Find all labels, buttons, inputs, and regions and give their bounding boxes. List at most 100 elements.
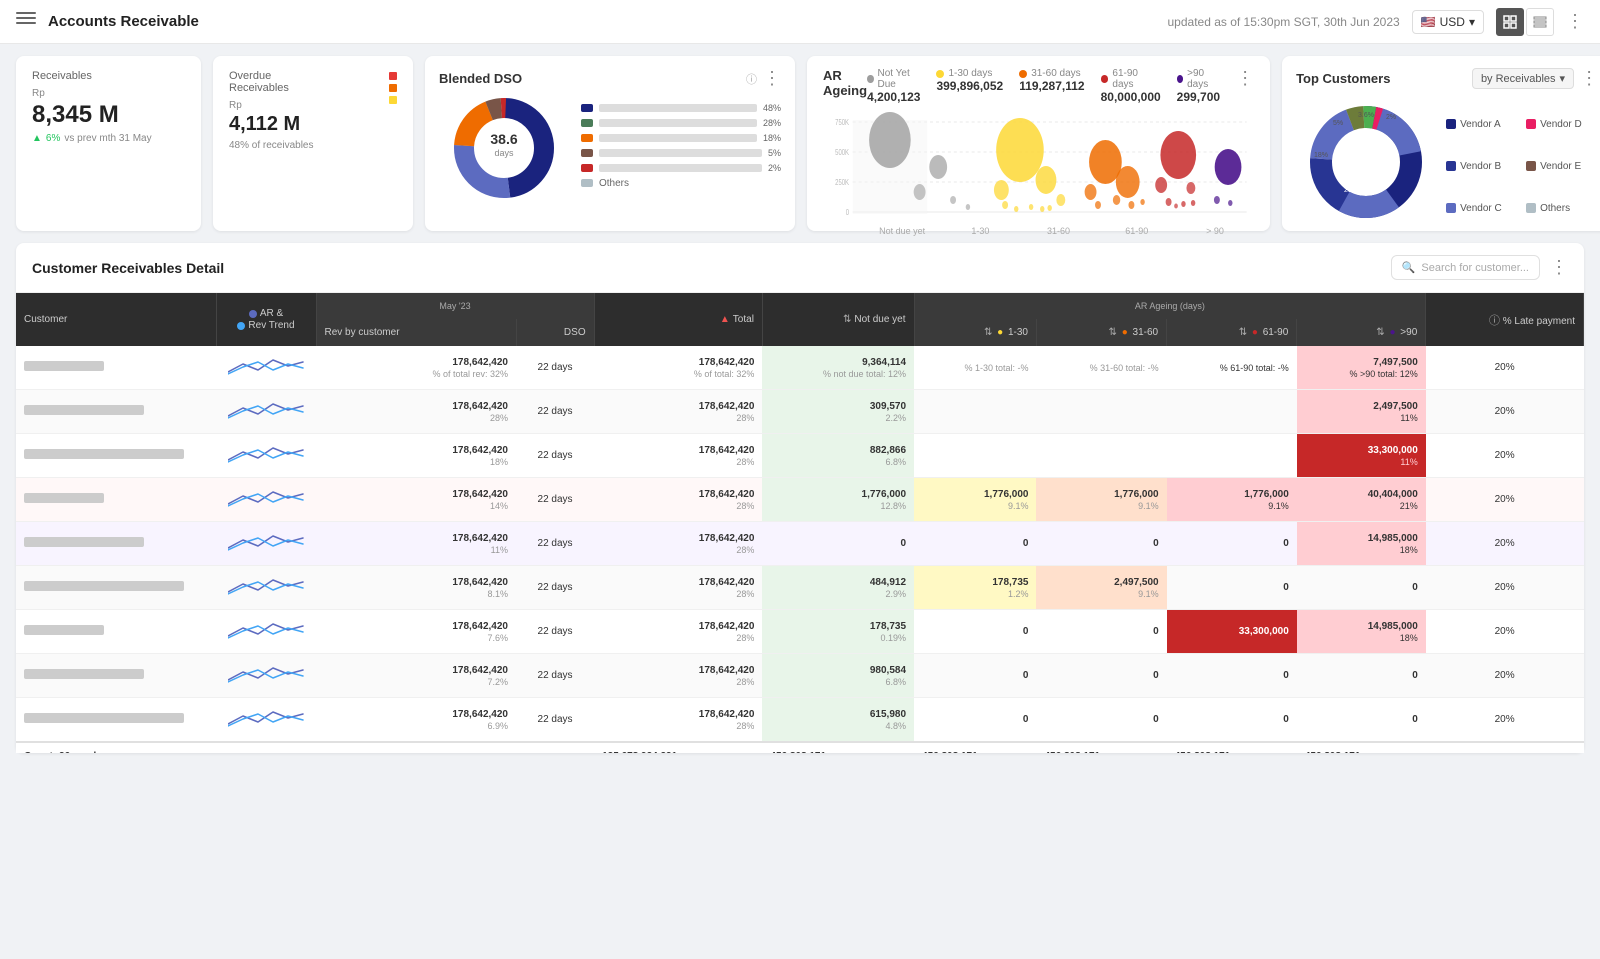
legend-entry-vendor-e: Vendor E (1526, 147, 1598, 185)
td-rev: 178,642,420 28% (316, 390, 516, 434)
td-late-payment: 20% (1426, 434, 1584, 478)
td-gt90: 0 (1297, 698, 1426, 743)
receivables-card: Receivables Rp 8,345 M ▲ 6% vs prev mth … (16, 56, 201, 231)
td-late-payment: 20% (1426, 654, 1584, 698)
overdue-card: OverdueReceivables Rp 4,112 M 48% of rec… (213, 56, 413, 231)
footer-empty (316, 742, 594, 753)
legend-text-blurred-1 (599, 104, 757, 112)
td-rev: 178,642,420 14% (316, 478, 516, 522)
td-sparkline (216, 390, 316, 434)
legend-not-yet-due: Not Yet Due 4,200,123 (867, 68, 920, 104)
top-customers-filter[interactable]: by Receivables ▾ (1472, 68, 1574, 89)
legend-value-61-90: 80,000,000 (1101, 90, 1161, 104)
blended-legend-item: 28% (581, 118, 781, 128)
blended-legend-item: 2% (581, 163, 781, 173)
td-not-due: 484,912 2.9% (762, 566, 914, 610)
blended-donut-chart: 38.6 days (439, 93, 569, 203)
table-wrapper: Customer AR & Rev Trend May '23 (16, 293, 1584, 753)
grid-view-button[interactable] (1496, 8, 1524, 36)
search-box[interactable]: 🔍 Search for customer... (1391, 255, 1540, 280)
svg-text:2%: 2% (1386, 114, 1396, 121)
td-total: 178,642,420 28% (594, 566, 762, 610)
td-1-30: 0 (914, 698, 1036, 743)
footer-gt90: 456,808,171 (1297, 742, 1426, 753)
table-header-row-1: Customer AR & Rev Trend May '23 (16, 293, 1584, 319)
menu-icon[interactable] (16, 12, 36, 32)
td-rev: 178,642,420 8.1% (316, 566, 516, 610)
view-toggle (1496, 8, 1554, 36)
td-not-due: 309,570 2.2% (762, 390, 914, 434)
th-31-60: ⇅ ● 31-60 (1036, 319, 1166, 346)
currency-selector[interactable]: 🇺🇸 USD ▾ (1412, 10, 1484, 34)
ar-more-icon[interactable]: ⋮ (1236, 68, 1254, 89)
td-total: 178,642,420 % of total: 32% (594, 346, 762, 390)
up-arrow-icon: ▲ (32, 133, 42, 144)
legend-text-blurred-4 (599, 149, 762, 157)
td-1-30: % 1-30 total: -% (914, 346, 1036, 390)
td-rev: 178,642,420 7.2% (316, 654, 516, 698)
vendor-c-label: Vendor C (1460, 203, 1502, 214)
x-label-1-30: 1-30 (941, 226, 1019, 236)
legend-dot-purple (1177, 75, 1183, 83)
overdue-value: 4,112 M (229, 113, 379, 136)
legend-dot-red (1101, 75, 1109, 83)
th-total: ▲Total (594, 293, 762, 346)
ar-ageing-header: AR Ageing Not Yet Due 4,200,123 1-30 day… (823, 68, 1254, 104)
svg-text:750K: 750K (835, 119, 849, 127)
footer-total: 125,678,924,231 (594, 742, 762, 753)
info-icon[interactable]: ⓘ (746, 71, 757, 87)
td-sparkline (216, 346, 316, 390)
td-customer-name (16, 522, 216, 566)
blended-legend: 48% 28% 18% (581, 103, 781, 194)
td-gt90: 14,985,000 18% (1297, 522, 1426, 566)
top-customers-more-icon[interactable]: ⋮ (1580, 68, 1598, 89)
footer-a6190: 456,808,171 (1167, 742, 1297, 753)
td-sparkline (216, 434, 316, 478)
overdue-bar-red (389, 72, 397, 80)
td-customer-name (16, 434, 216, 478)
legend-color-1 (581, 104, 593, 112)
legend-entry-vendor-d: Vendor D (1526, 105, 1598, 143)
vendor-b-color (1446, 161, 1456, 171)
vendor-d-color (1526, 119, 1536, 129)
th-late-payment: ⓘ % Late payment (1426, 293, 1584, 346)
svg-text:0: 0 (846, 209, 849, 217)
td-total: 178,642,420 28% (594, 654, 762, 698)
receivables-table: Customer AR & Rev Trend May '23 (16, 293, 1584, 753)
top-customers-donut: 48% 28% 18% 5% 3.6% 2% (1296, 97, 1436, 227)
blended-dso-title: Blended DSO (439, 71, 522, 86)
filter-label: by Receivables (1481, 73, 1556, 85)
overdue-content: OverdueReceivables Rp 4,112 M 48% of rec… (229, 70, 379, 217)
list-view-button[interactable] (1526, 8, 1554, 36)
td-customer-name (16, 698, 216, 743)
td-dso: 22 days (516, 654, 594, 698)
td-rev: 178,642,420 7.6% (316, 610, 516, 654)
td-61-90: 33,300,000 (1167, 610, 1297, 654)
td-customer-name (16, 566, 216, 610)
td-61-90: 0 (1167, 654, 1297, 698)
more-options-icon[interactable]: ⋮ (1566, 11, 1584, 32)
legend-dot-orange (1019, 70, 1027, 78)
td-1-30: 0 (914, 654, 1036, 698)
td-31-60: 0 (1036, 654, 1166, 698)
td-31-60: 0 (1036, 610, 1166, 654)
blended-more-icon[interactable]: ⋮ (763, 68, 781, 89)
detail-more-icon[interactable]: ⋮ (1550, 257, 1568, 278)
ar-bubble-chart: 750K 500K 250K 0 (823, 112, 1254, 232)
th-rev-by-customer: Rev by customer (316, 319, 516, 346)
legend-entry-vendor-b: Vendor B (1446, 147, 1518, 185)
svg-text:48%: 48% (1384, 154, 1398, 161)
late-payment-info-icon[interactable]: ⓘ (1489, 315, 1500, 327)
legend-entry-vendor-a: Vendor A (1446, 105, 1518, 143)
td-dso: 22 days (516, 610, 594, 654)
top-customers-body: 48% 28% 18% 5% 3.6% 2% Vendor A (1296, 97, 1598, 227)
table-body: 178,642,420 % of total rev: 32% 22 days … (16, 346, 1584, 742)
footer-a3160: 456,808,171 (1036, 742, 1166, 753)
td-dso: 22 days (516, 698, 594, 743)
detail-header: Customer Receivables Detail 🔍 Search for… (16, 243, 1584, 293)
td-customer-name (16, 390, 216, 434)
header-left: Accounts Receivable (16, 12, 199, 32)
legend-31-60: 31-60 days 119,287,112 (1019, 68, 1084, 93)
th-not-due: ⇅Not due yet (762, 293, 914, 346)
td-customer-name (16, 610, 216, 654)
